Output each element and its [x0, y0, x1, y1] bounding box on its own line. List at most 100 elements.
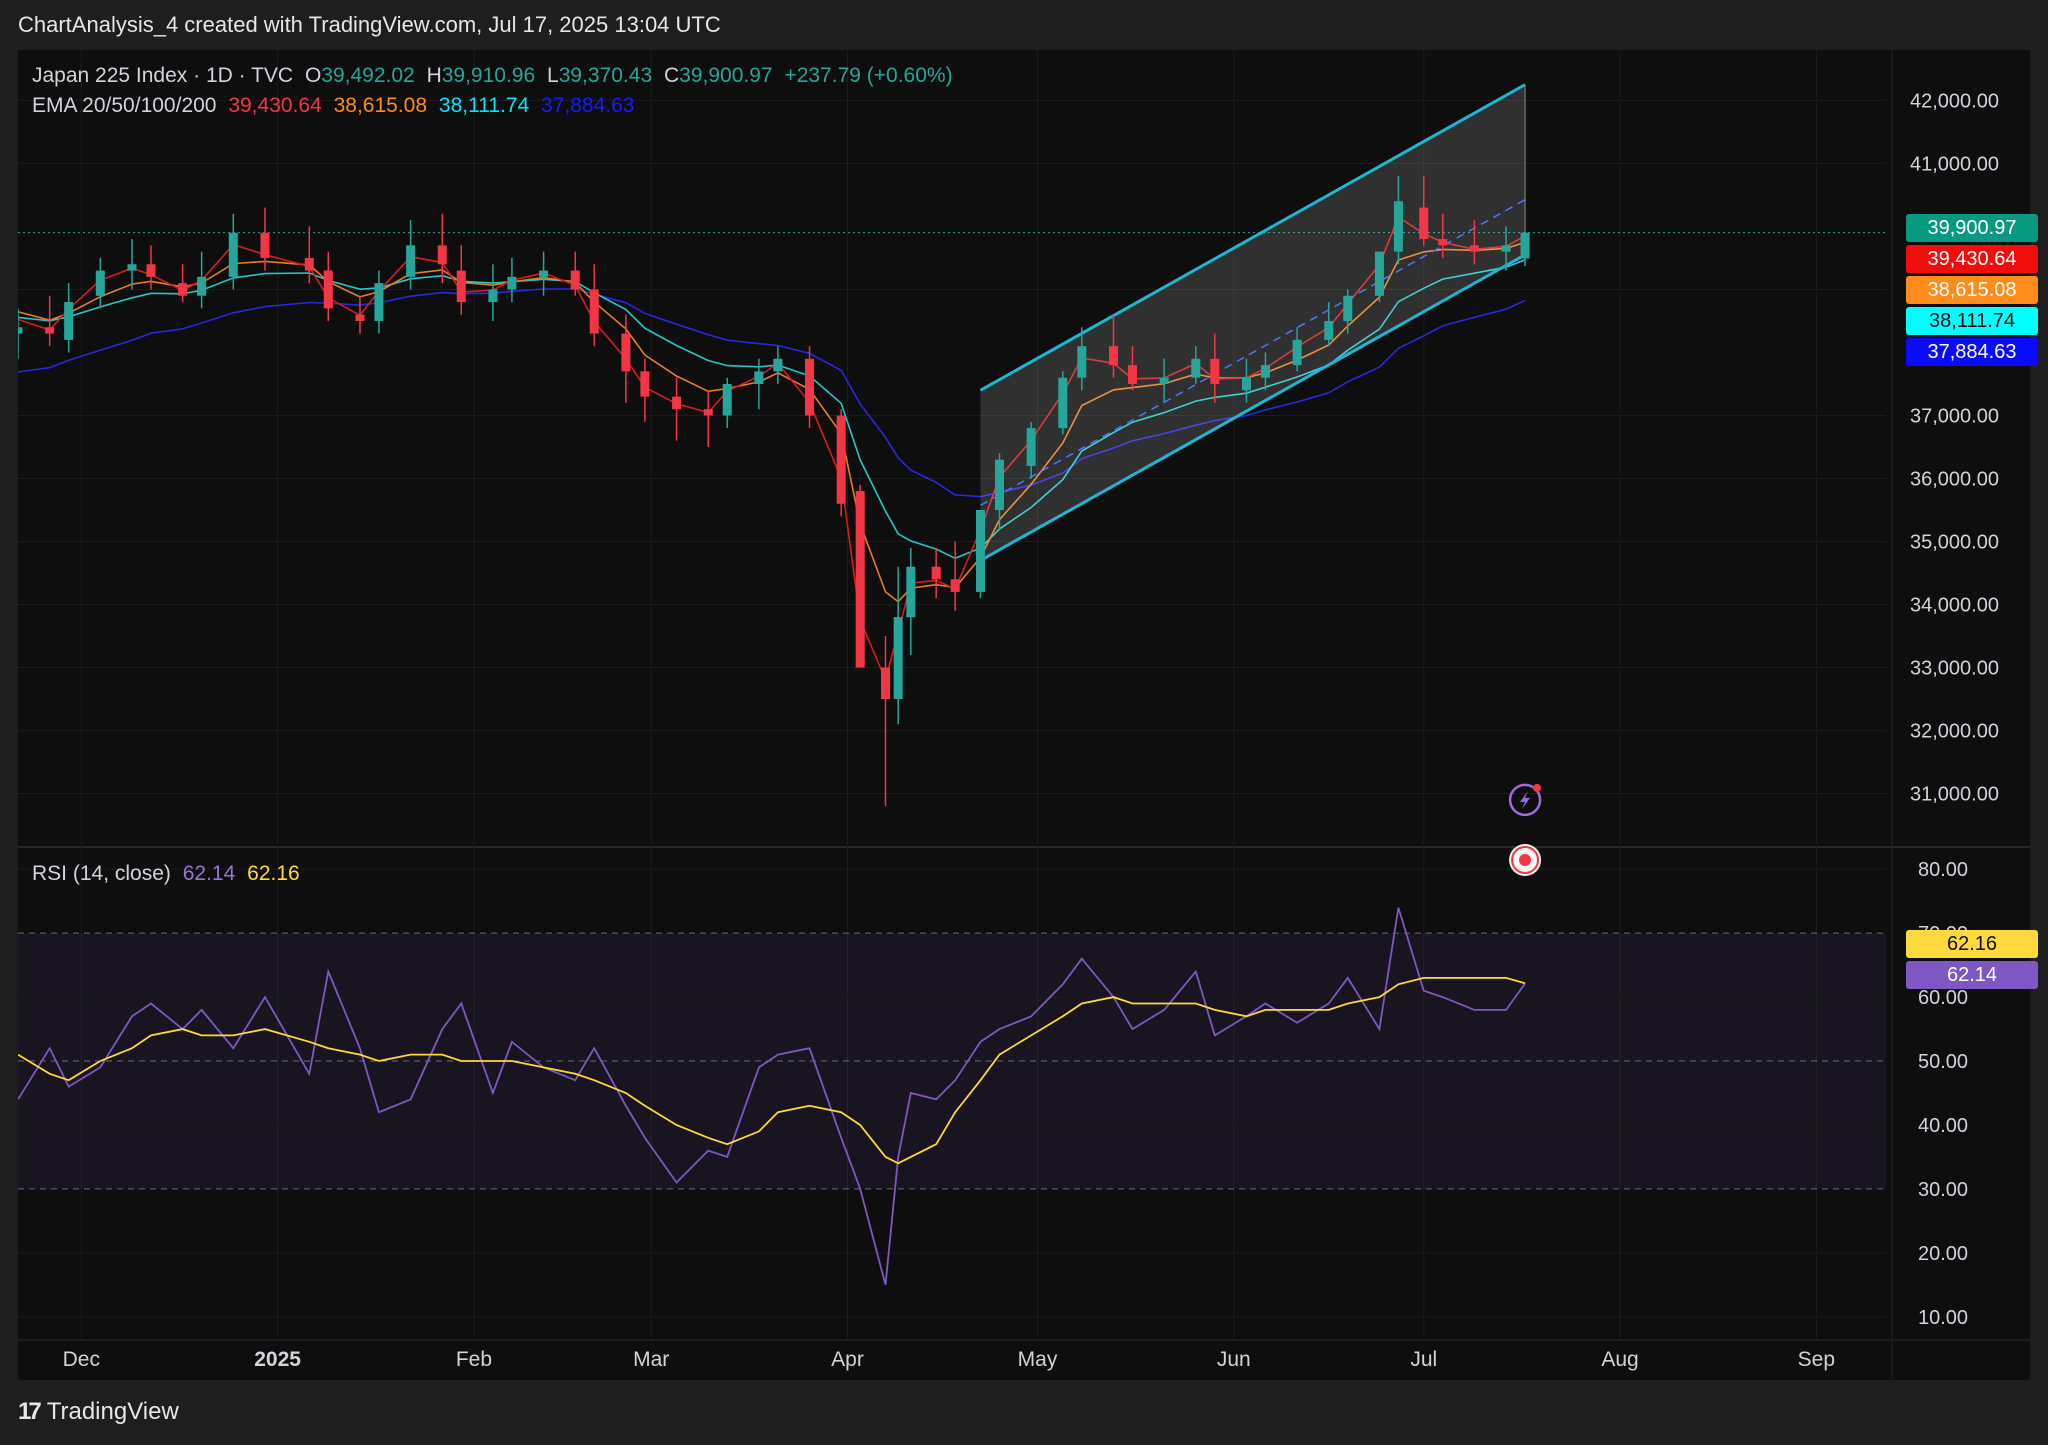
candle-body — [304, 257, 314, 271]
candle-body — [95, 270, 105, 296]
candle-body — [722, 383, 732, 416]
x-tick-label: Aug — [1601, 1348, 1638, 1371]
x-tick-label: 2025 — [254, 1348, 301, 1371]
candle-body — [805, 358, 815, 416]
low-value: 39,370.43 — [558, 64, 653, 87]
candle-body — [323, 270, 333, 309]
candle-body — [640, 371, 650, 397]
candle-body — [1058, 377, 1068, 429]
candle-body — [773, 358, 783, 372]
rsi-tick-label: 10.00 — [1918, 1307, 1968, 1329]
brand-name: TradingView — [46, 1398, 179, 1425]
close-label: C — [663, 64, 680, 87]
ohlc-legend: Japan 225 Index · 1D · TVC O39,492.02 H3… — [32, 64, 959, 88]
notification-dot — [1533, 783, 1542, 792]
candle-body — [906, 566, 916, 618]
x-tick-label: Mar — [633, 1348, 669, 1371]
candle-body — [18, 327, 23, 334]
candle-body — [703, 409, 713, 416]
candle-body — [1438, 239, 1448, 246]
candle-body — [456, 270, 466, 303]
rsi-axis-tag: 62.16 — [1906, 930, 2038, 958]
candle — [975, 510, 985, 599]
candle-body — [178, 283, 188, 296]
candle-body — [437, 245, 447, 265]
record-icon-dot — [1519, 854, 1532, 866]
candle-body — [539, 270, 549, 277]
ema200-value: 37,884.63 — [541, 94, 635, 117]
candle-body — [64, 302, 74, 340]
rsi-label[interactable]: RSI (14, close) — [32, 862, 171, 885]
candle-body — [621, 333, 631, 372]
x-tick-label: Sep — [1798, 1348, 1835, 1371]
rsi-axis-tag: 62.14 — [1906, 961, 2038, 989]
rsi-legend: RSI (14, close) 62.14 62.16 — [32, 862, 306, 886]
brand-footer[interactable]: 17 TradingView — [18, 1398, 179, 1426]
x-tick-label: Dec — [63, 1348, 100, 1371]
candle-body — [893, 617, 903, 700]
candle-body — [1520, 232, 1530, 259]
rsi-tick-label: 60.00 — [1918, 987, 1968, 1009]
open-value: 39,492.02 — [321, 64, 415, 87]
candle-body — [994, 459, 1004, 511]
rsi-tick-label: 50.00 — [1918, 1051, 1968, 1073]
high-label: H — [426, 64, 442, 87]
ema100-value: 38,111.74 — [438, 94, 530, 117]
x-tick-label: May — [1018, 1348, 1058, 1371]
x-tick-label: Jul — [1410, 1348, 1437, 1371]
tradingview-logo-icon: 17 — [18, 1398, 42, 1425]
rsi-tick-label: 20.00 — [1918, 1243, 1968, 1265]
candle-body — [1127, 365, 1137, 384]
price-axis-tag: 39,430.64 — [1906, 245, 2038, 273]
price-tick-label: 35,000.00 — [1910, 532, 1999, 554]
candle-body — [1077, 346, 1087, 378]
rsi-tick-label: 30.00 — [1918, 1179, 1968, 1201]
x-tick-label: Apr — [831, 1348, 864, 1371]
price-tick-label: 31,000.00 — [1910, 784, 1999, 806]
candle-body — [589, 289, 599, 334]
candle-body — [1374, 251, 1384, 296]
candle-body — [975, 510, 985, 592]
candle-body — [1026, 428, 1036, 466]
rsi-tick-label: 80.00 — [1918, 859, 1968, 881]
price-tick-label: 36,000.00 — [1910, 469, 1999, 491]
candle-body — [1419, 207, 1429, 240]
candle-body — [881, 667, 891, 700]
candle — [1058, 371, 1068, 435]
candle — [836, 409, 846, 517]
price-axis-tag: 39,900.97 — [1906, 214, 2038, 242]
price-axis-tag: 37,884.63 — [1906, 338, 2038, 366]
price-tick-label: 33,000.00 — [1910, 658, 1999, 680]
ema20-value: 39,430.64 — [228, 94, 322, 117]
rsi-ma-value: 62.16 — [247, 862, 300, 885]
price-axis-tag: 38,111.74 — [1906, 307, 2038, 335]
candle-body — [146, 264, 156, 277]
symbol-label[interactable]: Japan 225 Index · 1D · TVC — [32, 64, 293, 87]
candle-body — [1159, 377, 1169, 384]
candle-body — [1469, 245, 1479, 252]
chart-area[interactable]: Dec 2025 Feb Mar Apr May Jun Jul Aug Sep 42,000.00… — [18, 50, 2038, 1380]
ema-legend: EMA 20/50/100/200 39,430.64 38,615.08 38… — [32, 94, 640, 118]
price-tick-label: 32,000.00 — [1910, 721, 1999, 743]
price-and-rsi-chart[interactable]: Dec 2025 Feb Mar Apr May Jun Jul Aug Sep 42,000.00… — [18, 50, 2030, 1380]
low-label: L — [547, 64, 559, 87]
candle — [855, 484, 865, 668]
ema50-value: 38,615.08 — [333, 94, 428, 117]
rsi-value: 62.14 — [182, 862, 236, 885]
candle-body — [1501, 245, 1511, 252]
candle-body — [1241, 377, 1251, 391]
candle-body — [672, 396, 682, 410]
candle-body — [355, 314, 365, 321]
chart-header-title: ChartAnalysis_4 created with TradingView… — [18, 12, 721, 37]
candle-body — [836, 415, 846, 504]
price-tick-label: 42,000.00 — [1910, 90, 1999, 112]
x-tick-label: Feb — [456, 1348, 492, 1371]
candle-body — [570, 270, 580, 290]
x-tick-label: Jun — [1217, 1348, 1251, 1371]
candle-body — [1324, 320, 1334, 340]
price-axis-tag: 38,615.08 — [1906, 276, 2038, 304]
candle-body — [1343, 295, 1353, 321]
ema-label[interactable]: EMA 20/50/100/200 — [32, 94, 216, 117]
change-value: +237.79 (+0.60%) — [784, 64, 953, 87]
candle-body — [1292, 339, 1302, 366]
